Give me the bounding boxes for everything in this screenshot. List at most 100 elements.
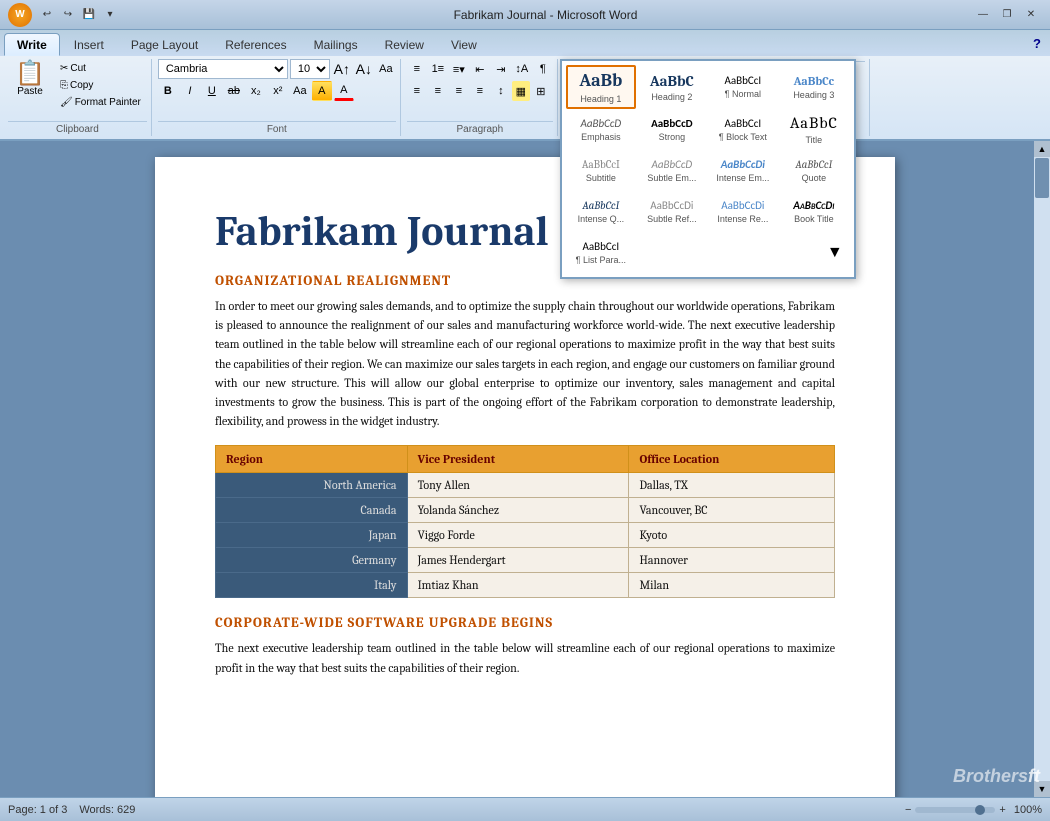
office-logo: W [8, 3, 32, 27]
style-subtle-ref[interactable]: AaBbCcDi Subtle Ref... [637, 192, 707, 232]
zoom-slider[interactable] [915, 807, 995, 813]
style-heading1[interactable]: AaBb Heading 1 [566, 65, 636, 109]
tab-insert[interactable]: Insert [61, 33, 117, 56]
table-cell-office-1: Vancouver, BC [629, 498, 835, 523]
style-intense-quote[interactable]: AaBbCcI Intense Q... [566, 192, 636, 232]
bullets-button[interactable]: ≡ [407, 59, 427, 79]
clipboard-group: 📋 Paste ✂ Cut ⎘ Copy 🖌 Format Painter Cl… [4, 59, 152, 136]
zoom-in-button[interactable]: + [999, 804, 1005, 816]
main-content: Fabrikam Journal Organizational Realignm… [0, 141, 1050, 821]
style-emphasis[interactable]: AaBbCcD Emphasis [566, 110, 636, 150]
style-intense-em[interactable]: AaBbCcDi Intense Em... [708, 151, 778, 191]
font-content: Cambria 10 A↑ A↓ Aa B I U ab [158, 59, 396, 119]
zoom-out-button[interactable]: − [905, 804, 911, 816]
highlight-color-button[interactable]: A [312, 81, 332, 101]
redo-button[interactable]: ↪ [59, 6, 77, 24]
sort-button[interactable]: ↕A [512, 59, 532, 79]
style-subtle-em[interactable]: AaBbCcD Subtle Em... [637, 151, 707, 191]
window-controls: — ❐ ✕ [972, 6, 1042, 24]
styles-group: AaBb Heading 1 AaBbC Heading 2 AaBbCcI ¶… [560, 59, 870, 136]
style-block-text-name: ¶ Block Text [719, 132, 767, 142]
table-cell-vp-3: James Hendergart [407, 548, 629, 573]
save-button[interactable]: 💾 [80, 6, 98, 24]
tab-view[interactable]: View [438, 33, 490, 56]
shading-button[interactable]: ▦ [512, 81, 530, 101]
style-subtle-ref-preview: AaBbCcDi [650, 199, 693, 212]
vertical-scrollbar[interactable]: ▲ ▼ [1034, 141, 1050, 797]
scroll-track[interactable] [1034, 157, 1050, 781]
minimize-button[interactable]: — [972, 6, 994, 24]
document-inner: Fabrikam Journal Organizational Realignm… [0, 141, 1050, 797]
font-size-select[interactable]: 10 [290, 59, 330, 79]
style-subtle-em-preview: AaBbCcD [651, 158, 692, 171]
font-controls: Cambria 10 A↑ A↓ Aa B I U ab [158, 59, 396, 101]
align-right-button[interactable]: ≡ [449, 81, 469, 101]
copy-button[interactable]: ⎘ Copy [56, 78, 145, 93]
line-spacing-button[interactable]: ↕ [491, 81, 511, 101]
style-heading3[interactable]: AaBbCc Heading 3 [779, 65, 849, 109]
scroll-thumb[interactable] [1035, 158, 1049, 198]
cut-button[interactable]: ✂ Cut [56, 61, 145, 76]
borders-button[interactable]: ⊞ [531, 81, 551, 101]
text-effects-button[interactable]: Aa [290, 81, 310, 101]
help-button[interactable]: ? [1028, 34, 1046, 52]
decrease-font-button[interactable]: A↓ [354, 59, 374, 79]
tab-references[interactable]: References [212, 33, 299, 56]
vp-table: Region Vice President Office Location No… [215, 445, 835, 598]
clear-format-button[interactable]: Aa [376, 59, 396, 79]
paste-button[interactable]: 📋 Paste [8, 59, 52, 100]
table-row: Japan Viggo Forde Kyoto [216, 523, 835, 548]
tab-review[interactable]: Review [372, 33, 437, 56]
style-strong[interactable]: AaBbCcD Strong [637, 110, 707, 150]
underline-button[interactable]: U [202, 81, 222, 101]
multilevel-list-button[interactable]: ≡▾ [449, 59, 469, 79]
style-subtitle[interactable]: AaBbCcI Subtitle [566, 151, 636, 191]
bold-button[interactable]: B [158, 81, 178, 101]
subscript-button[interactable]: x₂ [246, 81, 266, 101]
undo-button[interactable]: ↩ [38, 6, 56, 24]
style-normal-preview: AaBbCcI [725, 74, 762, 87]
align-left-button[interactable]: ≡ [407, 81, 427, 101]
styles-scroll-down[interactable]: ▼ [825, 243, 845, 263]
watermark: Brothersft [953, 766, 1040, 787]
title-bar-left: W ↩ ↪ 💾 ▾ [8, 3, 119, 27]
close-button[interactable]: ✕ [1020, 6, 1042, 24]
table-header-vp: Vice President [407, 446, 629, 473]
table-cell-region-4: Italy [216, 573, 408, 598]
style-block-text[interactable]: AaBbCcI ¶ Block Text [708, 110, 778, 150]
show-marks-button[interactable]: ¶ [533, 59, 553, 79]
zoom-level: 100% [1014, 804, 1042, 816]
align-center-button[interactable]: ≡ [428, 81, 448, 101]
clipboard-label: Clipboard [8, 121, 147, 136]
font-color-button[interactable]: A [334, 81, 354, 101]
word-count: Words: 629 [79, 804, 135, 816]
decrease-indent-button[interactable]: ⇤ [470, 59, 490, 79]
style-heading1-name: Heading 1 [580, 94, 621, 104]
style-title[interactable]: AaBbC Title [779, 110, 849, 150]
style-intense-ref[interactable]: AaBbCcDi Intense Re... [708, 192, 778, 232]
numbering-button[interactable]: 1≡ [428, 59, 448, 79]
maximize-button[interactable]: ❐ [996, 6, 1018, 24]
style-quote[interactable]: AaBbCcI Quote [779, 151, 849, 191]
superscript-button[interactable]: x² [268, 81, 288, 101]
font-family-select[interactable]: Cambria [158, 59, 288, 79]
style-normal[interactable]: AaBbCcI ¶ Normal [708, 65, 778, 109]
increase-font-button[interactable]: A↑ [332, 59, 352, 79]
format-painter-button[interactable]: 🖌 Format Painter [56, 95, 145, 110]
style-list-para[interactable]: AaBbCcI ¶ List Para... [566, 233, 636, 273]
justify-button[interactable]: ≡ [470, 81, 490, 101]
style-heading2[interactable]: AaBbC Heading 2 [637, 65, 707, 109]
scroll-up-button[interactable]: ▲ [1034, 141, 1050, 157]
paragraph-label: Paragraph [407, 121, 553, 136]
increase-indent-button[interactable]: ⇥ [491, 59, 511, 79]
strikethrough-button[interactable]: ab [224, 81, 244, 101]
style-intense-em-preview: AaBbCcDi [721, 158, 765, 171]
dropdown-arrow[interactable]: ▾ [101, 6, 119, 24]
tab-mailings[interactable]: Mailings [301, 33, 371, 56]
table-cell-office-3: Hannover [629, 548, 835, 573]
quick-access-toolbar: ↩ ↪ 💾 ▾ [38, 6, 119, 24]
tab-write[interactable]: Write [4, 33, 60, 56]
italic-button[interactable]: I [180, 81, 200, 101]
style-book-title[interactable]: AaBbCcDi Book Title [779, 192, 849, 232]
tab-page-layout[interactable]: Page Layout [118, 33, 211, 56]
